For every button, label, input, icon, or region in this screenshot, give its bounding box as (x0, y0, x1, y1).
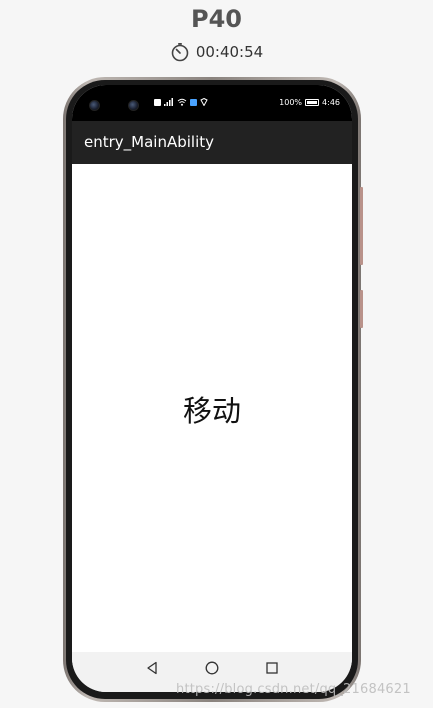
stopwatch-icon (170, 42, 190, 62)
signal-icon (164, 98, 174, 106)
phone-screen[interactable]: 100% 4:46 entry_MainAbility 移动 (72, 85, 352, 692)
app-title: entry_MainAbility (84, 133, 215, 151)
back-triangle-icon[interactable] (144, 660, 160, 676)
front-camera-secondary-icon (128, 100, 139, 111)
center-text[interactable]: 移动 (72, 388, 352, 430)
wifi-icon (177, 98, 187, 106)
status-bar: 100% 4:46 (72, 85, 352, 121)
simulator-page: P40 00:40:54 100% 4:46 entry_MainAbility… (0, 0, 433, 708)
status-time: 4:46 (322, 98, 340, 107)
session-timer: 00:40:54 (0, 42, 433, 62)
status-indicators (154, 97, 208, 107)
front-camera-icon (89, 100, 100, 111)
app-notification-icon (190, 98, 197, 106)
phone-frame: 100% 4:46 entry_MainAbility 移动 (63, 77, 361, 702)
device-name: P40 (191, 5, 242, 33)
home-circle-icon[interactable] (204, 660, 220, 676)
app-title-bar: entry_MainAbility (72, 121, 352, 164)
elapsed-time: 00:40:54 (195, 43, 264, 61)
battery-icon (305, 99, 320, 106)
app-content: 移动 (72, 164, 352, 652)
volume-button (360, 290, 363, 328)
recents-square-icon[interactable] (264, 660, 280, 676)
watermark: https://blog.csdn.net/qq_21684621 (176, 682, 411, 697)
power-button (360, 187, 363, 265)
status-right: 100% 4:46 (279, 98, 340, 107)
hd-icon (154, 98, 161, 106)
battery-percent: 100% (279, 98, 303, 107)
shield-icon (200, 97, 208, 107)
